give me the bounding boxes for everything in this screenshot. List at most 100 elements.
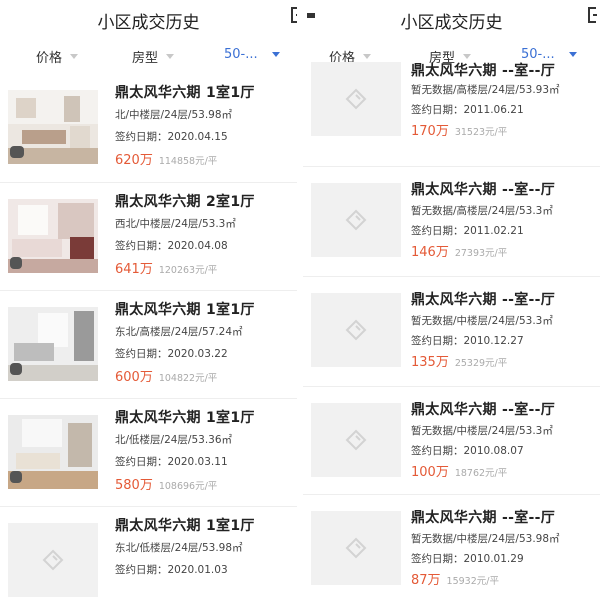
total-price: 135万 [411, 355, 449, 370]
listing-photo-placeholder [311, 403, 401, 477]
total-price: 641万 [115, 262, 153, 277]
filter-price-label: 价格 [36, 51, 63, 66]
item-title: 鼎太风华六期 --室--厅 [411, 510, 556, 526]
total-price: 600万 [115, 370, 153, 385]
item-date: 签约日期：2020.03.11 [115, 456, 228, 468]
list-item[interactable]: 鼎太风华六期 --室--厅 暂无数据/中楼层/24层/53.3㎡ 签约日期：20… [303, 386, 600, 495]
caret-down-icon [363, 54, 372, 59]
page-title: 小区成交历史 [400, 13, 503, 33]
item-date: 签约日期：2010.12.27 [411, 335, 524, 347]
list-item[interactable]: 鼎太风华六期 1室1厅 东北/低楼层/24层/53.98㎡ 签约日期：2020.… [0, 506, 297, 600]
caret-down-icon [463, 54, 472, 59]
item-price: 100万 18762元/平 [411, 461, 507, 480]
room-photo-living [8, 90, 98, 164]
item-title: 鼎太风华六期 --室--厅 [411, 402, 556, 418]
item-title: 鼎太风华六期 1室1厅 [115, 302, 255, 318]
total-price: 100万 [411, 465, 449, 480]
unit-price: 25329元/平 [454, 358, 508, 369]
total-price: 87万 [411, 573, 441, 588]
total-price: 620万 [115, 153, 153, 168]
deal-list: 鼎太风华六期 --室--厅 暂无数据/高楼层/24层/53.93㎡ 签约日期：2… [303, 62, 600, 600]
deal-list: 鼎太风华六期 1室1厅 北/中楼层/24层/53.98㎡ 签约日期：2020.0… [0, 74, 297, 600]
item-detail: 暂无数据/高楼层/24层/53.3㎡ [411, 205, 553, 217]
house-placeholder-icon [345, 319, 367, 341]
unit-price: 15932元/平 [446, 576, 499, 587]
listing-photo [8, 199, 98, 273]
item-detail: 暂无数据/高楼层/24层/53.93㎡ [411, 84, 560, 96]
unit-price: 27393元/平 [454, 248, 508, 259]
top-bar: 小区成交历史 [0, 0, 297, 38]
unit-price: 18762元/平 [454, 468, 508, 479]
item-title: 鼎太风华六期 --室--厅 [411, 182, 556, 198]
room-photo-bedroom [8, 415, 98, 489]
item-date: 签约日期：2011.06.21 [411, 104, 524, 116]
item-price: 580万 108696元/平 [115, 474, 217, 493]
listing-photo-placeholder [311, 62, 401, 136]
filter-layout[interactable]: 房型 [132, 47, 175, 66]
listing-photo-placeholder [311, 183, 401, 257]
filter-layout-label: 房型 [132, 51, 159, 66]
item-detail: 东北/低楼层/24层/53.98㎡ [115, 542, 243, 554]
house-placeholder-icon [345, 209, 367, 231]
list-item[interactable]: 鼎太风华六期 1室1厅 北/低楼层/24层/53.36㎡ 签约日期：2020.0… [0, 398, 297, 507]
list-item[interactable]: 鼎太风华六期 1室1厅 北/中楼层/24层/53.98㎡ 签约日期：2020.0… [0, 74, 297, 182]
item-title: 鼎太风华六期 1室1厅 [115, 518, 255, 534]
unit-price: 108696元/平 [158, 481, 218, 492]
item-date: 签约日期：2010.08.07 [411, 445, 524, 457]
unit-price: 104822元/平 [158, 373, 218, 384]
square-bracket-icon[interactable] [289, 7, 297, 23]
screenshot-root: 小区成交历史 价格 房型 50-... 鼎太风华六期 1室1厅 北/中楼层/24… [0, 0, 600, 600]
filter-bar: 价格 房型 50-... [0, 42, 297, 72]
room-photo-bedroom [8, 199, 98, 273]
item-price: 135万 25329元/平 [411, 351, 507, 370]
filter-area-label: 50-... [224, 47, 258, 62]
unit-price: 31523元/平 [454, 127, 508, 138]
item-date: 签约日期：2020.03.22 [115, 348, 228, 360]
list-item[interactable]: 鼎太风华六期 --室--厅 暂无数据/中楼层/24层/53.3㎡ 签约日期：20… [303, 276, 600, 385]
listing-photo [8, 415, 98, 489]
item-title: 鼎太风华六期 2室1厅 [115, 194, 255, 210]
caret-down-icon [70, 54, 79, 59]
item-title: 鼎太风华六期 1室1厅 [115, 410, 255, 426]
item-price: 87万 15932元/平 [411, 569, 499, 588]
item-detail: 北/中楼层/24层/53.98㎡ [115, 109, 233, 121]
item-detail: 暂无数据/中楼层/24层/53.98㎡ [411, 533, 560, 545]
caret-down-icon [166, 54, 175, 59]
caret-down-icon [568, 52, 577, 57]
item-date: 签约日期：2020.04.15 [115, 131, 228, 143]
square-bracket-icon[interactable] [586, 7, 598, 23]
house-placeholder-icon [345, 88, 367, 110]
listing-photo-placeholder [8, 523, 98, 597]
total-price: 170万 [411, 124, 449, 139]
filter-price[interactable]: 价格 [36, 47, 79, 66]
item-price: 641万 120263元/平 [115, 258, 217, 277]
total-price: 146万 [411, 245, 449, 260]
list-item[interactable]: 鼎太风华六期 --室--厅 暂无数据/高楼层/24层/53.3㎡ 签约日期：20… [303, 166, 600, 275]
item-detail: 西北/中楼层/24层/53.3㎡ [115, 218, 236, 230]
list-item[interactable]: 鼎太风华六期 --室--厅 暂无数据/中楼层/24层/53.98㎡ 签约日期：2… [303, 494, 600, 600]
listing-photo [8, 90, 98, 164]
list-item[interactable]: 鼎太风华六期 1室1厅 东北/高楼层/24层/57.24㎡ 签约日期：2020.… [0, 290, 297, 399]
item-title: 鼎太风华六期 --室--厅 [411, 63, 556, 79]
top-bar: 小区成交历史 [303, 0, 600, 38]
item-detail: 暂无数据/中楼层/24层/53.3㎡ [411, 315, 553, 327]
item-title: 鼎太风华六期 --室--厅 [411, 292, 556, 308]
list-item[interactable]: 鼎太风华六期 2室1厅 西北/中楼层/24层/53.3㎡ 签约日期：2020.0… [0, 182, 297, 291]
house-placeholder-icon [345, 429, 367, 451]
list-item[interactable]: 鼎太风华六期 --室--厅 暂无数据/高楼层/24层/53.93㎡ 签约日期：2… [303, 62, 600, 170]
item-detail: 东北/高楼层/24层/57.24㎡ [115, 326, 243, 338]
item-date: 签约日期：2010.01.29 [411, 553, 524, 565]
listing-photo-placeholder [311, 511, 401, 585]
left-screen: 小区成交历史 价格 房型 50-... 鼎太风华六期 1室1厅 北/中楼层/24… [0, 0, 297, 600]
caret-down-icon [271, 52, 280, 57]
house-placeholder-icon [345, 537, 367, 559]
item-title: 鼎太风华六期 1室1厅 [115, 85, 255, 101]
item-date: 签约日期：2011.02.21 [411, 225, 524, 237]
filter-area[interactable]: 50-... [224, 47, 280, 62]
item-date: 签约日期：2020.01.03 [115, 564, 228, 576]
listing-photo-placeholder [311, 293, 401, 367]
item-detail: 暂无数据/中楼层/24层/53.3㎡ [411, 425, 553, 437]
item-price: 620万 114858元/平 [115, 149, 217, 168]
unit-price: 114858元/平 [158, 156, 218, 167]
item-price: 170万 31523元/平 [411, 120, 507, 139]
